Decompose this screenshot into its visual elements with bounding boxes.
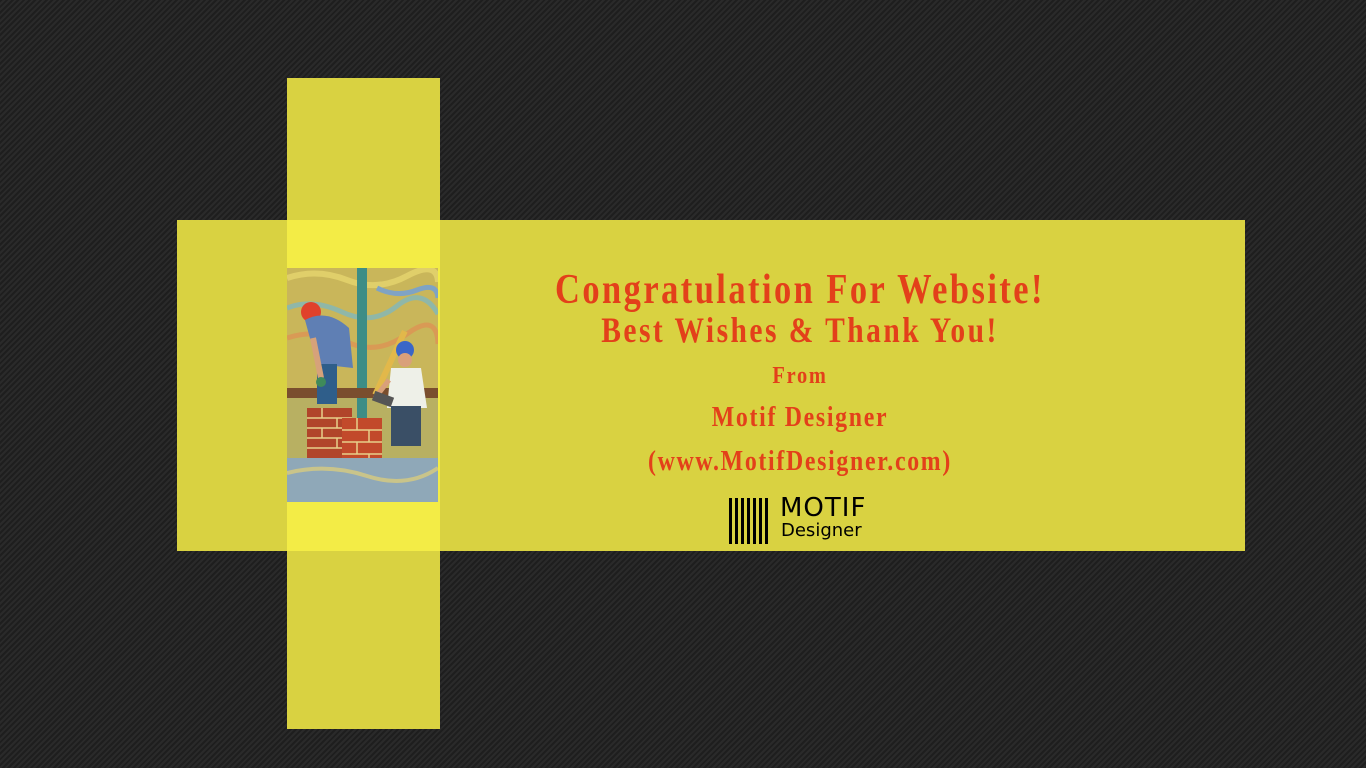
- company-url: (www.MotifDesigner.com): [648, 446, 952, 477]
- logo-word: MOTIF: [780, 493, 867, 523]
- motif-designer-logo: MOTIF Designer: [729, 494, 879, 544]
- logo-barcode-icon: [729, 498, 773, 544]
- construction-workers-illustration: [287, 268, 438, 502]
- greeting-message: Congratulation For Website! Best Wishes …: [500, 262, 1100, 478]
- subheadline: Best Wishes & Thank You!: [601, 310, 999, 350]
- company-name: Motif Designer: [711, 402, 889, 433]
- logo-subword: Designer: [781, 520, 862, 541]
- from-label: From: [772, 363, 828, 389]
